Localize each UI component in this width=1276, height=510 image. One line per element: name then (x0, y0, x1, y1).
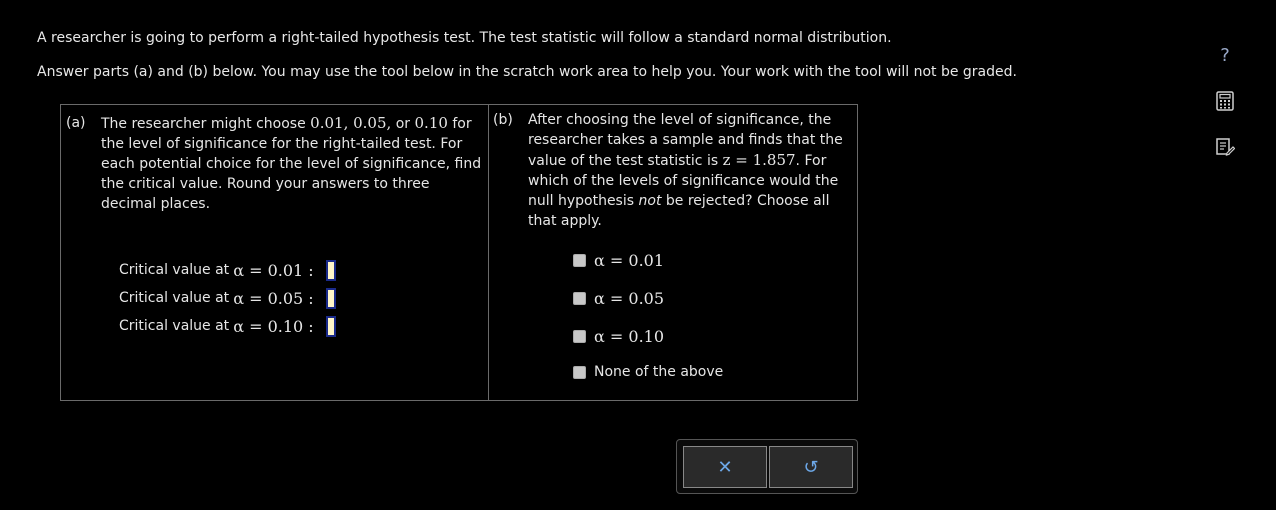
critical-value-input-001[interactable] (325, 259, 336, 281)
test-statistic: z = 1.857 (722, 151, 796, 169)
critical-value-label: Critical value at (119, 262, 230, 278)
question-panel: (a) The researcher might choose 0.01, 0.… (60, 104, 858, 401)
help-icon[interactable]: ? (1214, 44, 1236, 66)
part-b-not: not (638, 193, 662, 209)
option-label: α = 0.10 (594, 327, 665, 346)
checkbox[interactable] (573, 254, 586, 267)
checkbox[interactable] (573, 365, 586, 379)
question-page: A researcher is going to perform a right… (0, 0, 1276, 510)
alpha-label: α = 0.01 : (233, 260, 314, 280)
part-a: (a) The researcher might choose 0.01, 0.… (66, 113, 482, 214)
close-icon: ✕ (717, 456, 733, 478)
part-a-or: or (391, 116, 415, 132)
clear-button[interactable]: ✕ (683, 446, 767, 488)
part-b-tag: (b) (493, 112, 513, 128)
answer-button-bar: ✕ ↺ (676, 439, 858, 494)
notes-icon[interactable] (1214, 136, 1236, 158)
critical-value-row: Critical value at α = 0.10 : (119, 315, 336, 337)
critical-value-row: Critical value at α = 0.05 : (119, 287, 336, 309)
critical-value-row: Critical value at α = 0.01 : (119, 259, 336, 281)
alpha-label: α = 0.05 : (233, 288, 314, 308)
option-alpha-005[interactable]: α = 0.05 (573, 289, 664, 308)
part-a-tag: (a) (66, 115, 86, 131)
option-alpha-001[interactable]: α = 0.01 (573, 251, 664, 270)
checkbox[interactable] (573, 330, 586, 343)
alpha-label: α = 0.10 : (233, 316, 314, 336)
part-b: (b) After choosing the level of signific… (493, 110, 853, 231)
critical-value-input-010[interactable] (325, 315, 336, 337)
part-b-text: After choosing the level of significance… (528, 110, 853, 231)
part-a-alphas: 0.01, 0.05, (310, 114, 392, 132)
undo-icon: ↺ (803, 456, 819, 478)
undo-button[interactable]: ↺ (769, 446, 853, 488)
option-alpha-010[interactable]: α = 0.10 (573, 327, 664, 346)
question-intro: A researcher is going to perform a right… (37, 30, 892, 46)
panel-divider (488, 105, 489, 400)
critical-value-label: Critical value at (119, 290, 230, 306)
checkbox[interactable] (573, 292, 586, 305)
question-instructions: Answer parts (a) and (b) below. You may … (37, 64, 1017, 80)
critical-value-label: Critical value at (119, 318, 230, 334)
critical-value-input-005[interactable] (325, 287, 336, 309)
option-label: α = 0.01 (594, 251, 665, 270)
part-a-text-pre: The researcher might choose (101, 116, 311, 132)
option-label: α = 0.05 (594, 289, 665, 308)
option-label: None of the above (594, 364, 724, 380)
calculator-icon[interactable] (1214, 90, 1236, 112)
part-a-text: The researcher might choose 0.01, 0.05, … (101, 113, 482, 214)
part-a-alpha-last: 0.10 (414, 114, 448, 132)
option-none[interactable]: None of the above (573, 364, 723, 380)
